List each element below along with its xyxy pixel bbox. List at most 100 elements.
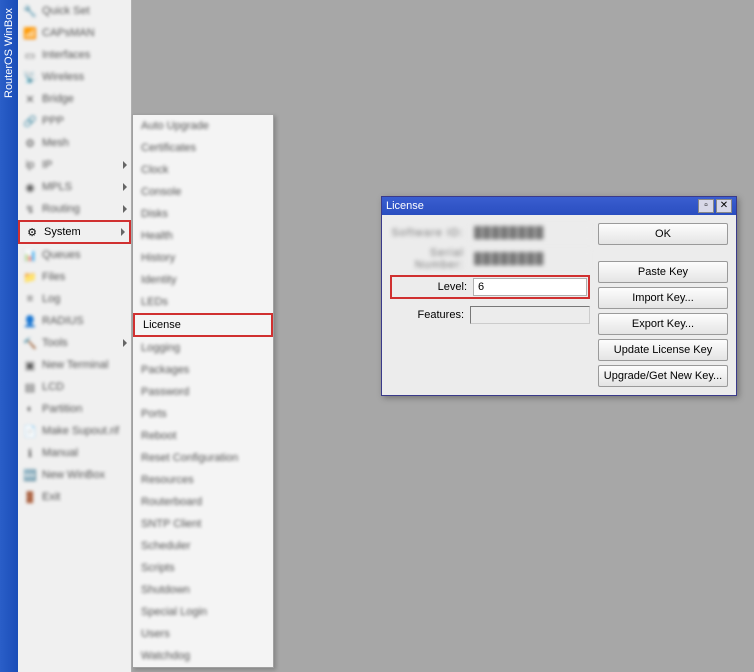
submenu-item-sntp-client[interactable]: SNTP Client	[133, 513, 273, 535]
software-id-row: Software ID: ████████	[390, 223, 590, 243]
sidebar-item-make-supout-rif[interactable]: 📄Make Supout.rif	[18, 420, 131, 442]
submenu-item-label: Clock	[141, 164, 169, 176]
sidebar-item-label: Partition	[42, 403, 127, 415]
submenu-item-routerboard[interactable]: Routerboard	[133, 491, 273, 513]
submenu-item-identity[interactable]: Identity	[133, 269, 273, 291]
sidebar-item-tools[interactable]: 🔨Tools	[18, 332, 131, 354]
features-value	[470, 306, 590, 324]
sidebar-item-label: New Terminal	[42, 359, 127, 371]
sidebar-item-label: Log	[42, 293, 127, 305]
submenu-item-history[interactable]: History	[133, 247, 273, 269]
submenu-item-leds[interactable]: LEDs	[133, 291, 273, 313]
sidebar-item-ppp[interactable]: 🔗PPP	[18, 110, 131, 132]
sidebar-item-new-winbox[interactable]: 🆕New WinBox	[18, 464, 131, 486]
sidebar-item-label: MPLS	[42, 181, 123, 193]
submenu-item-ports[interactable]: Ports	[133, 403, 273, 425]
submenu-item-license[interactable]: License	[133, 313, 273, 337]
sidebar-item-label: Mesh	[42, 137, 127, 149]
quick-set-icon: 🔧	[22, 3, 38, 19]
app-title-bar: RouterOS WinBox	[0, 0, 18, 672]
button-column: OK Paste Key Import Key... Export Key...…	[598, 223, 728, 387]
chevron-right-icon	[121, 228, 125, 236]
submenu-item-label: Users	[141, 628, 170, 640]
submenu-item-label: Disks	[141, 208, 168, 220]
submenu-item-auto-upgrade[interactable]: Auto Upgrade	[133, 115, 273, 137]
sidebar-item-label: CAPsMAN	[42, 27, 127, 39]
submenu-item-certificates[interactable]: Certificates	[133, 137, 273, 159]
sidebar-item-label: Queues	[42, 249, 127, 261]
close-icon[interactable]: ✕	[716, 199, 732, 213]
submenu-item-label: Watchdog	[141, 650, 190, 662]
sidebar-item-label: Make Supout.rif	[42, 425, 127, 437]
sidebar-item-label: Routing	[42, 203, 123, 215]
submenu-item-clock[interactable]: Clock	[133, 159, 273, 181]
upgrade-get-button[interactable]: Upgrade/Get New Key...	[598, 365, 728, 387]
submenu-item-reboot[interactable]: Reboot	[133, 425, 273, 447]
submenu-item-disks[interactable]: Disks	[133, 203, 273, 225]
dialog-titlebar[interactable]: License ▫ ✕	[382, 197, 736, 215]
wireless-icon: 📡	[22, 69, 38, 85]
submenu-item-special-login[interactable]: Special Login	[133, 601, 273, 623]
exit-icon: 🚪	[22, 489, 38, 505]
sidebar-item-exit[interactable]: 🚪 Exit	[18, 486, 131, 508]
sidebar-item-bridge[interactable]: ✕Bridge	[18, 88, 131, 110]
level-value[interactable]: 6	[473, 278, 587, 296]
sidebar-item-new-terminal[interactable]: ▣New Terminal	[18, 354, 131, 376]
sidebar-item-ip[interactable]: ipIP	[18, 154, 131, 176]
submenu-item-scheduler[interactable]: Scheduler	[133, 535, 273, 557]
submenu-item-resources[interactable]: Resources	[133, 469, 273, 491]
submenu-item-label: Certificates	[141, 142, 196, 154]
features-label: Features:	[390, 309, 470, 321]
sidebar-item-mesh[interactable]: ⚙Mesh	[18, 132, 131, 154]
submenu-item-label: Health	[141, 230, 173, 242]
sidebar-item-label: Manual	[42, 447, 127, 459]
paste-key-button[interactable]: Paste Key	[598, 261, 728, 283]
submenu-item-label: Password	[141, 386, 189, 398]
submenu-item-watchdog[interactable]: Watchdog	[133, 645, 273, 667]
sidebar-item-files[interactable]: 📁 Files	[18, 266, 131, 288]
ip-icon: ip	[22, 157, 38, 173]
submenu-item-reset-configuration[interactable]: Reset Configuration	[133, 447, 273, 469]
submenu-item-logging[interactable]: Logging	[133, 337, 273, 359]
submenu-item-label: Identity	[141, 274, 176, 286]
import-key-button[interactable]: Import Key...	[598, 287, 728, 309]
sidebar-item-label: Interfaces	[42, 49, 127, 61]
bridge-icon: ✕	[22, 91, 38, 107]
submenu-item-label: Logging	[141, 342, 180, 354]
submenu-item-packages[interactable]: Packages	[133, 359, 273, 381]
export-key-button[interactable]: Export Key...	[598, 313, 728, 335]
sidebar-item-capsman[interactable]: 📶CAPsMAN	[18, 22, 131, 44]
submenu-item-label: License	[143, 319, 181, 331]
chevron-right-icon	[123, 183, 127, 191]
sidebar-item-queues[interactable]: 📊Queues	[18, 244, 131, 266]
sidebar-item-mpls[interactable]: ◉ MPLS	[18, 176, 131, 198]
submenu-item-users[interactable]: Users	[133, 623, 273, 645]
submenu-item-shutdown[interactable]: Shutdown	[133, 579, 273, 601]
minimize-icon[interactable]: ▫	[698, 199, 714, 213]
sidebar-item-radius[interactable]: 👤RADIUS	[18, 310, 131, 332]
update-license-button[interactable]: Update License Key	[598, 339, 728, 361]
sidebar-item-manual[interactable]: ℹManual	[18, 442, 131, 464]
sidebar-item-label: LCD	[42, 381, 127, 393]
sidebar-item-wireless[interactable]: 📡Wireless	[18, 66, 131, 88]
files-icon: 📁	[22, 269, 38, 285]
submenu-item-label: Console	[141, 186, 181, 198]
submenu-item-health[interactable]: Health	[133, 225, 273, 247]
submenu-item-label: Auto Upgrade	[141, 120, 209, 132]
submenu-item-password[interactable]: Password	[133, 381, 273, 403]
sidebar-item-system[interactable]: ⚙System	[18, 220, 131, 244]
sidebar-item-label: Files	[42, 271, 127, 283]
sidebar-item-partition[interactable]: ◐Partition	[18, 398, 131, 420]
sidebar-item-interfaces[interactable]: ▭Interfaces	[18, 44, 131, 66]
sidebar-item-label: Exit	[42, 491, 127, 503]
sidebar-item-quick-set[interactable]: 🔧Quick Set	[18, 0, 131, 22]
system-submenu: Auto Upgrade Certificates Clock Console Disk…	[132, 114, 274, 668]
ok-button[interactable]: OK	[598, 223, 728, 245]
sidebar-item-lcd[interactable]: ▤LCD	[18, 376, 131, 398]
submenu-item-console[interactable]: Console	[133, 181, 273, 203]
mpls-icon: ◉	[22, 179, 38, 195]
submenu-item-label: Special Login	[141, 606, 207, 618]
submenu-item-scripts[interactable]: Scripts	[133, 557, 273, 579]
sidebar-item-log[interactable]: ≡Log	[18, 288, 131, 310]
sidebar-item-routing[interactable]: ↯Routing	[18, 198, 131, 220]
